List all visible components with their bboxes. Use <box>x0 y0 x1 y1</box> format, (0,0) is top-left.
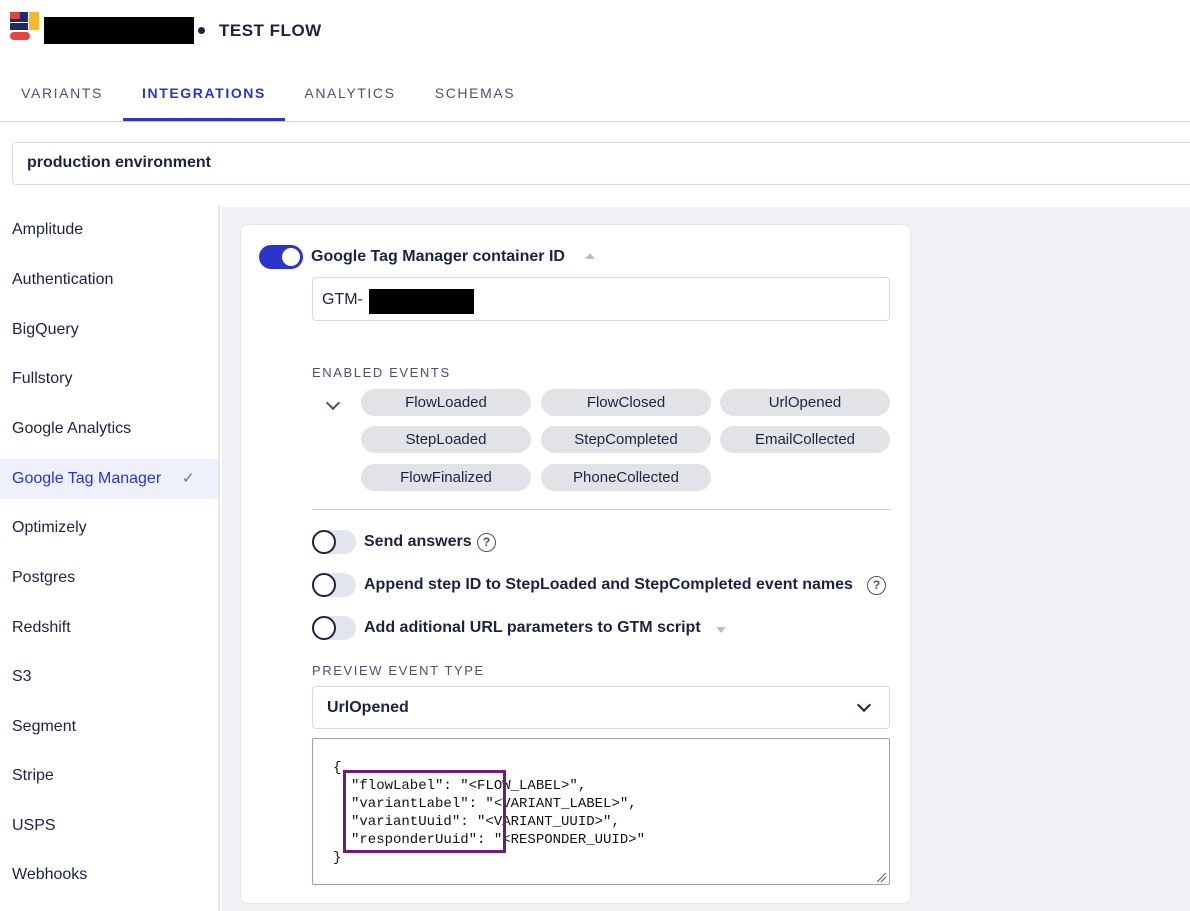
environment-label: production environment <box>27 154 211 171</box>
flow-title: TEST FLOW <box>219 21 322 40</box>
resize-handle-icon[interactable] <box>875 871 887 883</box>
sidebar-item-google-tag-manager[interactable]: Google Tag Manager ✓ <box>0 459 218 499</box>
code-close-brace: } <box>333 850 342 866</box>
gtm-container-id-value: GTM- <box>322 291 363 308</box>
help-icon[interactable]: ? <box>867 576 886 595</box>
sidebar-item-authentication[interactable]: Authentication <box>0 260 218 300</box>
enabled-events-title: ENABLED EVENTS <box>312 365 451 380</box>
gtm-container-id-label: Google Tag Manager container ID <box>311 248 565 265</box>
sidebar-item-webhooks[interactable]: Webhooks <box>0 855 218 895</box>
append-step-id-toggle[interactable] <box>312 573 356 597</box>
tab-analytics[interactable]: ANALYTICS <box>304 72 396 121</box>
event-chip-phonecollected[interactable]: PhoneCollected <box>541 464 711 491</box>
separator-dot <box>198 27 205 34</box>
url-params-label: Add aditional URL parameters to GTM scri… <box>364 619 701 636</box>
tab-schemas[interactable]: SCHEMAS <box>434 72 516 121</box>
sidebar-item-fullstory[interactable]: Fullstory <box>0 359 218 399</box>
top-bar: TEST FLOW <box>0 0 1190 60</box>
sidebar-item-postgres[interactable]: Postgres <box>0 558 218 598</box>
integrations-sidebar: Amplitude Authentication BigQuery Fullst… <box>0 205 220 911</box>
code-open-brace: { <box>333 760 342 776</box>
send-answers-toggle[interactable] <box>312 530 356 554</box>
event-chip-stepcompleted[interactable]: StepCompleted <box>541 426 711 453</box>
sidebar-item-stripe[interactable]: Stripe <box>0 756 218 796</box>
event-chip-urlopened[interactable]: UrlOpened <box>720 389 890 416</box>
tab-integrations[interactable]: INTEGRATIONS <box>123 72 285 121</box>
preview-event-type-value: UrlOpened <box>327 699 409 716</box>
preview-event-type-select[interactable]: UrlOpened <box>312 686 890 729</box>
chevron-down-icon <box>856 697 872 713</box>
sidebar-item-usps[interactable]: USPS <box>0 806 218 846</box>
event-chip-emailcollected[interactable]: EmailCollected <box>720 426 890 453</box>
sidebar-item-label: Google Tag Manager <box>12 470 162 487</box>
send-answers-label: Send answers <box>364 533 472 550</box>
event-chip-flowclosed[interactable]: FlowClosed <box>541 389 711 416</box>
tab-bar: VARIANTS INTEGRATIONS ANALYTICS SCHEMAS <box>0 72 1190 122</box>
preview-event-type-title: PREVIEW EVENT TYPE <box>312 663 485 678</box>
annotation-highlight-box <box>343 770 506 853</box>
sidebar-item-google-analytics[interactable]: Google Analytics <box>0 409 218 449</box>
append-step-id-label: Append step ID to StepLoaded and StepCom… <box>364 576 853 593</box>
help-icon[interactable]: ? <box>477 533 496 552</box>
checkmark-icon: ✓ <box>182 470 195 487</box>
tab-variants[interactable]: VARIANTS <box>21 72 103 121</box>
app-logo-icon[interactable] <box>10 12 40 42</box>
section-divider <box>312 509 890 510</box>
sidebar-item-redshift[interactable]: Redshift <box>0 608 218 648</box>
sidebar-item-segment[interactable]: Segment <box>0 707 218 747</box>
collapse-caret-icon[interactable] <box>585 253 595 259</box>
expand-caret-icon[interactable] <box>716 627 726 633</box>
event-chip-flowloaded[interactable]: FlowLoaded <box>361 389 531 416</box>
sidebar-item-optimizely[interactable]: Optimizely <box>0 508 218 548</box>
environment-selector[interactable]: production environment <box>12 142 1190 185</box>
sidebar-item-s3[interactable]: S3 <box>0 657 218 697</box>
event-chip-steploaded[interactable]: StepLoaded <box>361 426 531 453</box>
event-chip-flowfinalized[interactable]: FlowFinalized <box>361 464 531 491</box>
url-params-toggle[interactable] <box>312 616 356 640</box>
redacted-organization-name <box>44 17 194 44</box>
sidebar-item-bigquery[interactable]: BigQuery <box>0 310 218 350</box>
sidebar-item-amplitude[interactable]: Amplitude <box>0 210 218 250</box>
gtm-enabled-toggle[interactable] <box>259 245 303 269</box>
redacted-container-id <box>369 289 474 314</box>
